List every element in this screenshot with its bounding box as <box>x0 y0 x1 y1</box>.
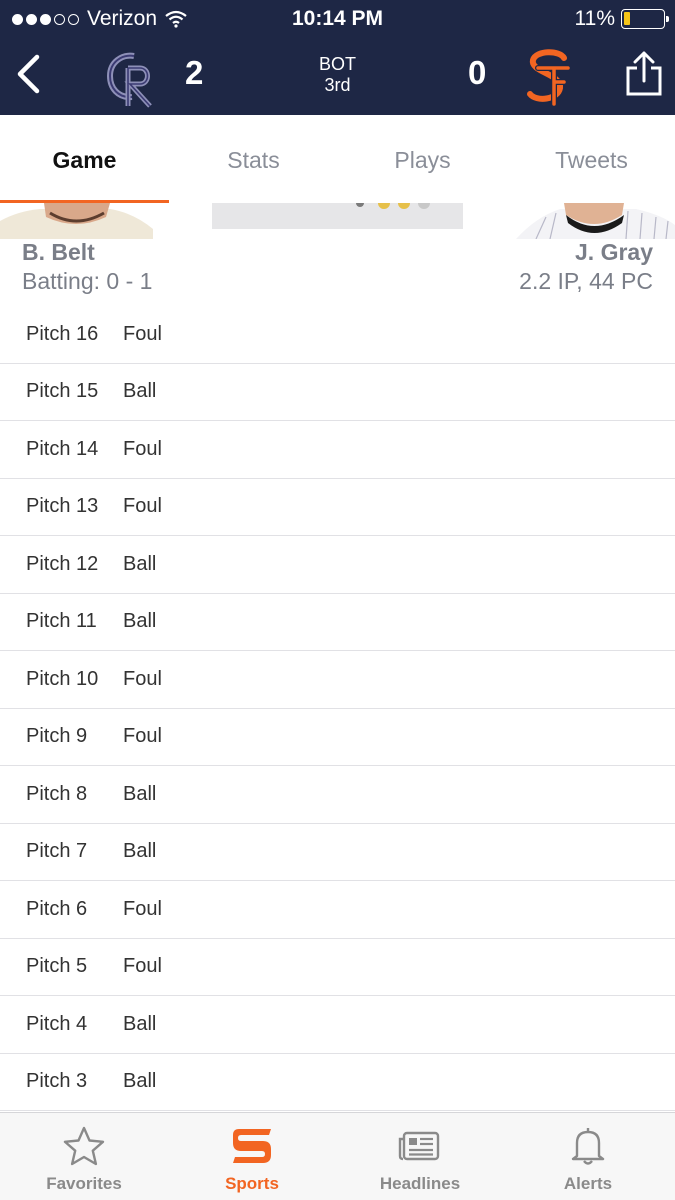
pitch-number: Pitch 8 <box>26 782 88 805</box>
inning-number: 3rd <box>324 75 351 95</box>
list-item[interactable]: Pitch 4 Ball <box>0 996 675 1054</box>
pitcher-photo <box>516 203 675 239</box>
nav-headlines[interactable]: Headlines <box>336 1113 504 1200</box>
pitch-result: Ball <box>123 552 157 575</box>
list-item[interactable]: Pitch 5 Foul <box>0 939 675 996</box>
tab-plays[interactable]: Plays <box>338 115 507 203</box>
list-item[interactable]: Pitch 9 Foul <box>0 709 675 766</box>
status-bar: Verizon 10:14 PM 11% <box>0 0 675 38</box>
pitch-number: Pitch 9 <box>26 725 88 748</box>
list-item[interactable]: Pitch 10 Foul <box>0 651 675 709</box>
list-item[interactable]: Pitch 13 Foul <box>0 479 675 536</box>
list-item[interactable]: Pitch 6 Foul <box>0 881 675 939</box>
pitcher-name[interactable]: J. Gray <box>519 239 653 266</box>
share-icon <box>626 51 662 96</box>
battery-percent: 11% <box>574 7 615 30</box>
pitch-result: Foul <box>123 725 162 748</box>
pitch-result: Foul <box>123 437 162 460</box>
pitch-number: Pitch 5 <box>26 955 88 978</box>
batter-stat: Batting: 0 - 1 <box>22 268 153 294</box>
nav-sports[interactable]: Sports <box>168 1113 336 1200</box>
list-item[interactable]: Pitch 7 Ball <box>0 824 675 881</box>
batter-photo <box>0 203 153 239</box>
pitch-number: Pitch 10 <box>26 667 99 690</box>
tab-tweets[interactable]: Tweets <box>507 115 675 203</box>
pitch-number: Pitch 15 <box>26 380 99 403</box>
bottom-tab-bar: Favorites Sports Headlines Alerts <box>0 1112 675 1200</box>
pitcher-stat: 2.2 IP, 44 PC <box>519 268 653 294</box>
battery-icon <box>621 9 669 29</box>
pitch-number: Pitch 3 <box>26 1070 88 1093</box>
list-item[interactable]: Pitch 12 Ball <box>0 536 675 594</box>
nav-alerts[interactable]: Alerts <box>504 1113 672 1200</box>
pitch-result: Foul <box>123 667 162 690</box>
nav-headlines-label: Headlines <box>379 1174 461 1193</box>
sports-logo-icon <box>233 1129 271 1163</box>
pitch-number: Pitch 13 <box>26 495 99 518</box>
list-item[interactable]: Pitch 15 Ball <box>0 364 675 421</box>
tab-game[interactable]: Game <box>0 115 169 203</box>
pitch-number: Pitch 6 <box>26 897 88 920</box>
batter-name[interactable]: B. Belt <box>22 239 152 266</box>
nav-favorites-label: Favorites <box>46 1174 122 1193</box>
pitch-number: Pitch 7 <box>26 840 88 863</box>
tab-strip: Game Stats Plays Tweets <box>0 115 675 204</box>
pitcher-info: J. Gray 2.2 IP, 44 PC <box>519 239 653 295</box>
inning-half: BOT <box>318 54 356 74</box>
pitch-result: Ball <box>123 380 157 403</box>
header: Verizon 10:14 PM 11% 2 BOT 3rd 0 <box>0 0 675 115</box>
nav-favorites[interactable]: Favorites <box>0 1113 168 1200</box>
giants-logo-icon[interactable] <box>524 46 572 108</box>
list-item[interactable]: Pitch 16 Foul <box>0 306 675 364</box>
list-item[interactable]: Pitch 14 Foul <box>0 421 675 479</box>
pitch-result: Foul <box>123 955 162 978</box>
batter-info: B. Belt Batting: 0 - 1 <box>22 239 152 295</box>
score-bar: 2 BOT 3rd 0 <box>0 38 675 115</box>
pitch-result: Foul <box>123 322 162 345</box>
star-icon <box>63 1126 105 1166</box>
newspaper-icon <box>398 1131 440 1161</box>
list-item[interactable]: Pitch 8 Ball <box>0 766 675 824</box>
pitch-number: Pitch 14 <box>26 437 99 460</box>
home-score: 0 <box>468 54 487 91</box>
inning-indicator: BOT 3rd <box>0 54 675 96</box>
pitch-number: Pitch 12 <box>26 552 99 575</box>
pitch-list[interactable]: Pitch 16 Foul Pitch 15 Ball Pitch 14 Foul P… <box>0 306 675 1112</box>
tab-stats[interactable]: Stats <box>169 115 338 203</box>
pitch-result: Ball <box>123 1070 157 1093</box>
pitch-number: Pitch 11 <box>26 610 97 633</box>
list-item[interactable]: Pitch 3 Ball <box>0 1054 675 1111</box>
nav-alerts-label: Alerts <box>563 1174 613 1193</box>
nav-sports-label: Sports <box>225 1174 279 1193</box>
pitch-result: Foul <box>123 495 162 518</box>
pitch-result: Ball <box>123 782 157 805</box>
bell-icon <box>571 1128 605 1165</box>
pitch-result: Ball <box>123 610 157 633</box>
pitch-number: Pitch 4 <box>26 1012 88 1035</box>
matchup-panel: B. Belt Batting: 0 - 1 J. Gray 2.2 IP, 4… <box>0 197 675 303</box>
pitch-result: Ball <box>123 1012 157 1035</box>
list-item[interactable]: Pitch 11 Ball <box>0 594 675 651</box>
pitch-result: Ball <box>123 840 157 863</box>
pitch-number: Pitch 16 <box>26 322 99 345</box>
pitch-location-graphic <box>212 197 463 229</box>
share-button[interactable] <box>624 50 664 98</box>
pitch-result: Foul <box>123 897 162 920</box>
